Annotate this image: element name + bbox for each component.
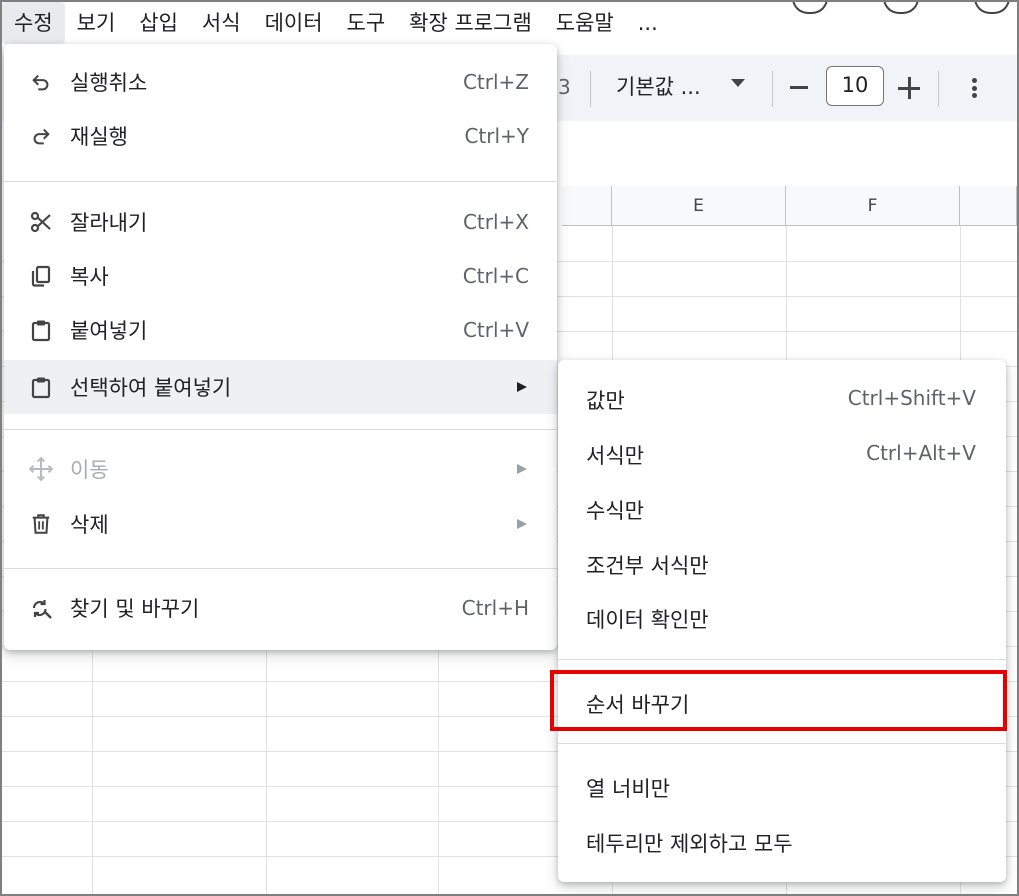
submenu-item-conditional-format-only[interactable]: 조건부 서식만	[558, 537, 1006, 591]
menu-item-label: 찾기 및 바꾸기	[70, 597, 200, 621]
shortcut-label: Ctrl+X	[462, 210, 529, 234]
menu-help[interactable]: 도움말	[544, 2, 626, 44]
submenu-arrow-icon	[517, 382, 527, 392]
submenu-item-label: 서식만	[586, 444, 644, 468]
submenu-arrow-icon	[517, 464, 527, 474]
font-family-select[interactable]: 기본값 ...	[616, 71, 701, 101]
menu-view[interactable]: 보기	[65, 2, 128, 44]
menu-item-move[interactable]: 이동	[4, 442, 557, 496]
menu-divider	[4, 181, 557, 182]
more-options-icon[interactable]	[964, 75, 984, 101]
trash-icon	[28, 511, 54, 537]
chevron-down-icon[interactable]	[731, 79, 745, 87]
toolbar-partial-text: 3	[558, 75, 571, 99]
menu-divider	[558, 743, 1006, 744]
menu-item-label: 붙여넣기	[70, 319, 148, 343]
menu-format[interactable]: 서식	[190, 2, 253, 44]
shortcut-label: Ctrl+Z	[462, 70, 529, 94]
submenu-item-data-validation-only[interactable]: 데이터 확인만	[558, 591, 1006, 645]
menu-item-label: 선택하여 붙여넣기	[70, 376, 232, 400]
toolbar-divider	[938, 71, 939, 107]
clipboard-icon	[28, 317, 54, 343]
undo-icon	[28, 69, 54, 95]
shortcut-label: Ctrl+V	[462, 318, 529, 342]
menu-data[interactable]: 데이터	[253, 2, 335, 44]
menu-item-label: 이동	[70, 458, 109, 482]
menu-item-label: 재실행	[70, 125, 128, 149]
menu-extensions[interactable]: 확장 프로그램	[397, 2, 544, 44]
menu-item-paste[interactable]: 붙여넣기 Ctrl+V	[4, 303, 557, 357]
column-header-partial-left[interactable]	[562, 186, 612, 226]
increase-font-size-icon[interactable]	[898, 77, 920, 99]
paste-special-submenu: 값만 Ctrl+Shift+V 서식만 Ctrl+Alt+V 수식만 조건부 서…	[558, 360, 1006, 882]
scissors-icon	[28, 209, 54, 235]
menu-item-redo[interactable]: 재실행 Ctrl+Y	[4, 109, 557, 163]
menu-divider	[558, 659, 1006, 660]
submenu-item-formula-only[interactable]: 수식만	[558, 482, 1006, 536]
submenu-item-label: 값만	[586, 389, 625, 413]
submenu-item-label: 수식만	[586, 499, 644, 523]
menu-item-paste-special[interactable]: 선택하여 붙여넣기	[4, 360, 557, 414]
menu-divider	[4, 568, 557, 569]
redo-icon	[28, 123, 54, 149]
history-icon[interactable]	[792, 0, 828, 14]
shortcut-label: Ctrl+Alt+V	[866, 441, 976, 465]
submenu-item-column-width-only[interactable]: 열 너비만	[558, 760, 1006, 814]
submenu-item-label: 열 너비만	[586, 777, 670, 801]
menubar: 수정 보기 삽입 서식 데이터 도구 확장 프로그램 도움말 ...	[2, 0, 1017, 44]
top-icons	[792, 0, 1010, 14]
menu-item-copy[interactable]: 복사 Ctrl+C	[4, 249, 557, 303]
font-size-input[interactable]: 10	[826, 66, 884, 106]
menu-overflow[interactable]: ...	[626, 2, 670, 44]
submenu-item-label: 데이터 확인만	[586, 608, 709, 632]
column-header-e[interactable]: E	[612, 186, 786, 226]
menu-item-label: 복사	[70, 265, 109, 289]
menu-item-find-replace[interactable]: 찾기 및 바꾸기 Ctrl+H	[4, 581, 557, 635]
submenu-arrow-icon	[517, 519, 527, 529]
menu-item-label: 실행취소	[70, 71, 148, 95]
column-header-f[interactable]: F	[786, 186, 960, 226]
menu-item-undo[interactable]: 실행취소 Ctrl+Z	[4, 55, 557, 109]
find-replace-icon	[28, 595, 54, 621]
shortcut-label: Ctrl+H	[461, 596, 529, 620]
shortcut-label: Ctrl+Y	[464, 124, 529, 148]
highlight-box	[550, 670, 1007, 731]
menu-item-label: 잘라내기	[70, 211, 148, 235]
menu-item-cut[interactable]: 잘라내기 Ctrl+X	[4, 195, 557, 249]
submenu-item-format-only[interactable]: 서식만 Ctrl+Alt+V	[558, 427, 1006, 481]
shortcut-label: Ctrl+C	[462, 264, 529, 288]
column-header-partial[interactable]	[960, 186, 1017, 226]
submenu-item-all-except-borders[interactable]: 테두리만 제외하고 모두	[558, 815, 1006, 869]
copy-icon	[28, 263, 54, 289]
shortcut-label: Ctrl+Shift+V	[847, 386, 976, 410]
menu-divider	[4, 429, 557, 430]
submenu-item-label: 테두리만 제외하고 모두	[586, 832, 793, 856]
submenu-item-values-only[interactable]: 값만 Ctrl+Shift+V	[558, 372, 1006, 426]
share-icon[interactable]	[974, 0, 1010, 14]
clipboard-icon	[28, 374, 54, 400]
menu-insert[interactable]: 삽입	[127, 2, 190, 44]
toolbar-divider	[772, 71, 773, 107]
comment-icon[interactable]	[883, 0, 919, 14]
move-icon	[28, 456, 54, 482]
decrease-font-size-icon[interactable]	[790, 86, 808, 89]
menu-edit[interactable]: 수정	[2, 2, 65, 44]
toolbar-divider	[590, 71, 591, 107]
menu-tools[interactable]: 도구	[335, 2, 398, 44]
menu-item-label: 삭제	[70, 513, 109, 537]
edit-menu: 실행취소 Ctrl+Z 재실행 Ctrl+Y 잘라내기 Ctrl+X 복사 Ct…	[4, 44, 557, 650]
menu-item-delete[interactable]: 삭제	[4, 497, 557, 551]
submenu-item-label: 조건부 서식만	[586, 554, 709, 578]
